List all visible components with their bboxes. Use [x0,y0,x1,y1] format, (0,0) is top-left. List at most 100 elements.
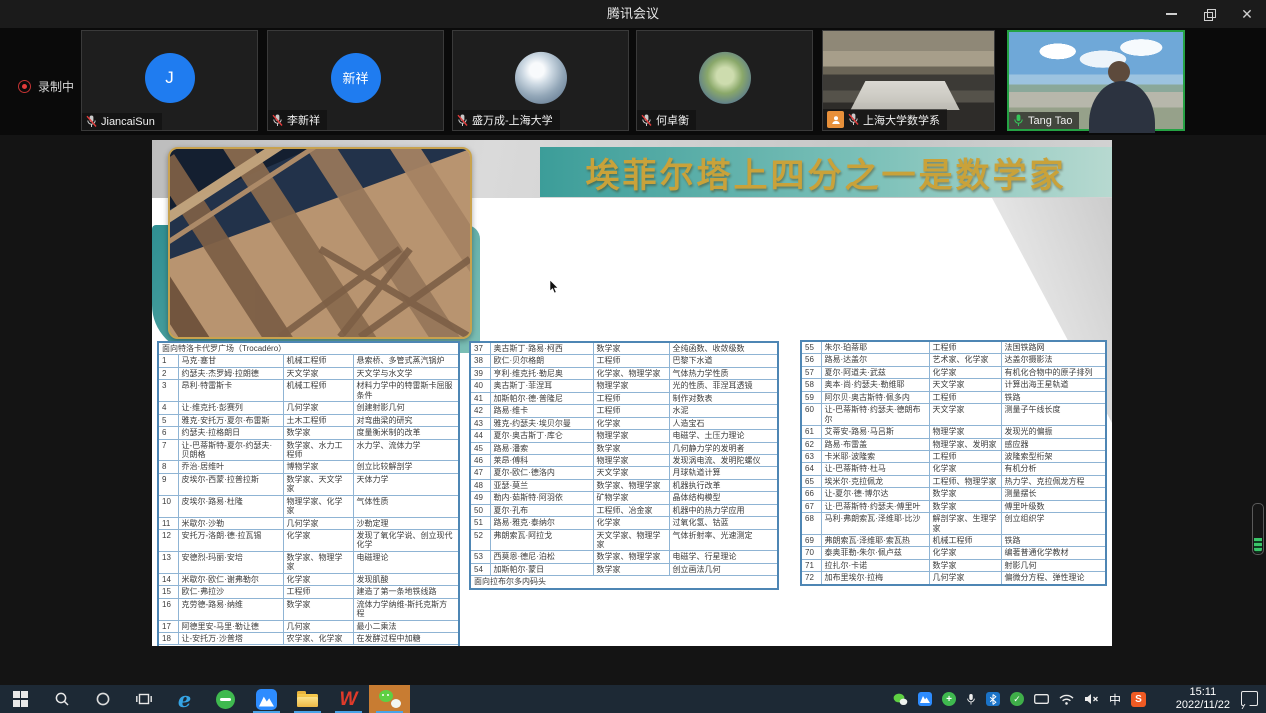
cell-profession: 农学家、化学家 [283,632,353,644]
wps-office-icon[interactable]: W [328,685,369,713]
shared-screen-area: 埃菲尔塔上四分之一是数学家 面向特洛卡代罗广场（Trocadéro） 1 马克·… [0,135,1266,685]
cell-number: 2 [158,367,178,379]
restore-button[interactable] [1190,0,1228,28]
clock-time: 15:11 [1176,686,1230,699]
cell-profession: 工程师 [283,586,353,598]
cell-contribution: 天体力学 [353,473,459,495]
edge-icon[interactable]: e [164,685,205,713]
participant-tile[interactable]: 盛万成-上海大学 [452,30,629,131]
participant-tile[interactable]: 上海大学数学系 [822,30,995,131]
mic-muted-icon [641,114,652,127]
green-browser-icon[interactable] [205,685,246,713]
table-row: 65 埃米尔·克拉佩龙 工程师、物理学家 热力学、克拉佩龙方程 [801,475,1106,487]
cell-profession: 解剖学家、生理学家 [929,513,1001,535]
cell-contribution: 最小二乘法 [353,620,459,632]
green-app-tray-icon[interactable]: + [942,692,956,706]
cell-profession: 机械工程师 [283,355,353,367]
mic-muted-icon [848,113,859,126]
cortana-icon[interactable] [82,685,123,713]
cell-name: 夏尔-欧仁·德洛内 [490,467,593,479]
wifi-tray-icon[interactable] [1059,694,1074,705]
cell-contribution: 制作对数表 [669,392,778,404]
ime-zh-tray-icon[interactable]: 中 [1109,691,1121,708]
cell-name: 奥古斯丁·菲涅耳 [490,380,593,392]
cell-number: 9 [158,473,178,495]
sogou-tray-icon[interactable]: S [1131,692,1146,707]
tencent-meeting-tray-icon[interactable] [918,692,932,706]
device-tray-icon[interactable] [1034,694,1049,704]
cell-profession: 天文学家 [283,367,353,379]
cell-name: 夏尔·奥古斯丁·库仑 [490,430,593,442]
cell-contribution: 创立组织学 [1001,513,1106,535]
names-table: 面向特洛卡代罗广场（Trocadéro） 1 马克·塞甘 机械工程师 悬索桥、多… [157,341,460,646]
table-row: 8 乔治·居维叶 博物学家 创立比较解剖学 [158,461,459,473]
cell-name: 路易·维卡 [490,405,593,417]
cell-contribution: 达盖尔摄影法 [1001,354,1106,366]
cell-contribution: 计算出海王星轨道 [1001,379,1106,391]
cell-name: 雅克·安托万·夏尔·布雷斯 [178,414,283,426]
microphone-tray-icon[interactable] [966,693,976,706]
cell-contribution: 全纯函数、收敛级数 [669,342,778,355]
mic-on-icon [1013,114,1024,127]
table-footer: 面向拉布尔多内码头 [470,576,778,589]
participant-tile[interactable]: 新祥 李新祥 [267,30,444,131]
wechat-icon[interactable] [369,685,410,713]
notification-center-icon[interactable] [1241,691,1258,706]
recording-label: 录制中 [38,78,74,95]
cell-number: 61 [801,426,821,438]
tencent-meeting-icon[interactable] [246,685,287,713]
cell-profession: 数学家、天文学家 [283,473,353,495]
cell-contribution: 电磁学、土压力理论 [669,430,778,442]
task-view-icon[interactable] [123,685,164,713]
participant-tile[interactable]: Tang Tao [1007,30,1185,131]
cell-profession: 机械工程师 [929,535,1001,547]
table-row: 面向格勒纳勒 [158,645,459,646]
cell-contribution: 光的性质、菲涅耳透镜 [669,380,778,392]
cell-number: 58 [801,379,821,391]
cell-name: 夏尔·孔布 [490,504,593,516]
start-icon[interactable] [0,685,41,713]
cell-profession: 几何家 [283,620,353,632]
cell-profession: 几何学家 [283,517,353,529]
file-explorer-icon[interactable] [287,685,328,713]
cell-number: 5 [158,414,178,426]
table-row: 12 安托万-洛朗·德·拉瓦锡 化学家 发现了氧化学说、创立现代化学 [158,530,459,552]
cell-name: 勒内·茹斯特·阿羽依 [490,492,593,504]
cell-name: 弗朗索瓦·阿拉戈 [490,529,593,551]
system-clock[interactable]: 15:11 2022/11/22 [1176,686,1230,712]
defender-tray-icon[interactable]: ✓ [1010,692,1024,706]
table-row: 57 夏尔·阿道夫·武兹 化学家 有机化合物中的原子排列 [801,366,1106,378]
cell-number: 44 [470,430,490,442]
volume-muted-tray-icon[interactable] [1084,693,1099,705]
cell-profession: 化学家 [593,417,669,429]
minimize-button[interactable] [1152,0,1190,28]
cell-number: 7 [158,439,178,461]
cell-number: 71 [801,559,821,571]
cell-contribution: 材料力学中的特雷斯卡屈服条件 [353,380,459,402]
video-strip: 录制中 J JiancaiSun新祥 李新祥 盛万成-上海大学 何卓衡 上海大学… [0,28,1266,135]
cell-name: 欧仁·弗拉沙 [178,586,283,598]
participant-tile[interactable]: J JiancaiSun [81,30,258,131]
cell-profession: 天文学家 [593,467,669,479]
cell-contribution: 创立比较解剖学 [353,461,459,473]
search-icon[interactable] [41,685,82,713]
table-row: 1 马克·塞甘 机械工程师 悬索桥、多管式蒸汽锅炉 [158,355,459,367]
cell-number: 40 [470,380,490,392]
cell-name: 艾蒂安-路易·马吕斯 [821,426,929,438]
cell-contribution: 对弯曲梁的研究 [353,414,459,426]
cell-profession: 天文学家 [929,379,1001,391]
table-row: 9 皮埃尔-西蒙·拉普拉斯 数学家、天文学家 天体力学 [158,473,459,495]
bluetooth-tray-icon[interactable] [986,692,1000,706]
cell-contribution: 月球轨道计算 [669,467,778,479]
wechat-tray-icon[interactable] [893,693,908,706]
cell-number: 41 [470,392,490,404]
host-badge-icon [827,111,844,128]
close-button[interactable]: ✕ [1228,0,1266,28]
cell-profession: 数学家 [593,442,669,454]
participant-tile[interactable]: 何卓衡 [636,30,813,131]
cell-name: 马利·弗朗索瓦·泽维耶·比沙 [821,513,929,535]
cell-name: 让·维克托·彭赛列 [178,402,283,414]
table-row: 61 艾蒂安-路易·马吕斯 物理学家 发现光的偏振 [801,426,1106,438]
cell-profession: 几何学家 [283,402,353,414]
cell-contribution: 铁路 [1001,391,1106,403]
